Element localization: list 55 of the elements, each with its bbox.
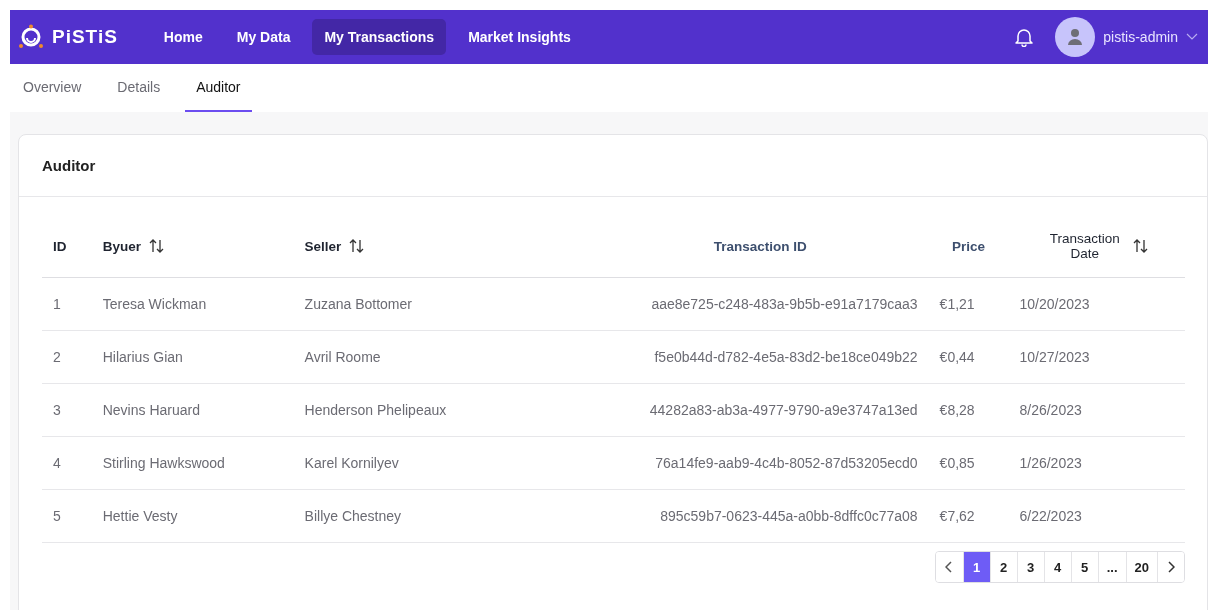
table-cell: €7,62	[939, 508, 975, 524]
card-title: Auditor	[19, 135, 1207, 197]
table-cell: 10/27/2023	[1019, 349, 1090, 365]
page-button[interactable]: 1	[962, 552, 990, 582]
user-avatar-icon[interactable]	[1067, 28, 1084, 46]
chevron-down-icon[interactable]	[1186, 33, 1198, 41]
table-cell: f5e0b44d-d782-4e5a-83d2-be18ce049b22	[654, 349, 918, 365]
chevron-right-icon[interactable]	[1167, 561, 1175, 573]
table-cell: 5	[53, 508, 61, 524]
table-cell: 8/26/2023	[1019, 402, 1082, 418]
column-header: Transaction ID	[713, 238, 807, 254]
table-cell: 1/26/2023	[1019, 455, 1082, 471]
column-header[interactable]: Transaction Date	[1044, 231, 1125, 261]
sort-icon[interactable]	[349, 239, 366, 253]
table-cell: 2	[53, 349, 61, 365]
table-cell: aae8e725-c248-483a-9b5b-e91a7179caa3	[651, 296, 918, 312]
table-cell: 76a14fe9-aab9-4c4b-8052-87d53205ecd0	[655, 455, 918, 471]
table-cell: Zuzana Bottomer	[304, 296, 412, 312]
table-cell: Karel Kornilyev	[304, 455, 399, 471]
column-header[interactable]: Seller	[304, 238, 342, 254]
column-header: ID	[53, 238, 67, 254]
table-cell: 10/20/2023	[1019, 296, 1090, 312]
table-cell: €0,44	[939, 349, 975, 365]
nav-link[interactable]: My Transactions	[312, 19, 447, 55]
table-cell: 895c59b7-0623-445a-a0bb-8dffc0c77a08	[660, 508, 918, 524]
table-cell: Henderson Phelipeaux	[304, 402, 447, 418]
table-cell: €0,85	[939, 455, 975, 471]
username-label[interactable]: pistis-admin	[1103, 29, 1178, 45]
tab[interactable]: Overview	[12, 64, 93, 112]
chevron-left-icon[interactable]	[945, 561, 954, 573]
table-cell: 6/22/2023	[1019, 508, 1082, 524]
table-cell: 1	[53, 296, 61, 312]
table-cell: Avril Roome	[304, 349, 381, 365]
table-cell: Billye Chestney	[304, 508, 402, 524]
tab[interactable]: Details	[106, 64, 172, 112]
brand-name: PiSTiS	[52, 26, 118, 48]
table-cell: Hettie Vesty	[102, 508, 178, 524]
column-header[interactable]: Byuer	[102, 238, 141, 254]
nav-link[interactable]: Home	[151, 19, 215, 55]
column-header: Price	[952, 238, 986, 254]
table-cell: 3	[53, 402, 61, 418]
sort-icon[interactable]	[1132, 239, 1149, 253]
table-cell: 44282a83-ab3a-4977-9790-a9e3747a13ed	[649, 402, 918, 418]
table-cell: 4	[53, 455, 61, 471]
table-cell: €8,28	[939, 402, 975, 418]
nav-link[interactable]: My Data	[224, 19, 303, 55]
notification-bell-icon[interactable]	[1015, 27, 1034, 47]
table-cell: €1,21	[939, 296, 975, 312]
table-cell: Stirling Hawkswood	[102, 455, 225, 471]
table-cell: Teresa Wickman	[102, 296, 207, 312]
table-cell: Hilarius Gian	[102, 349, 183, 365]
table-cell: Nevins Haruard	[102, 402, 200, 418]
nav-link[interactable]: Market Insights	[456, 19, 583, 55]
sort-icon[interactable]	[148, 239, 165, 253]
logo-icon	[18, 24, 44, 50]
